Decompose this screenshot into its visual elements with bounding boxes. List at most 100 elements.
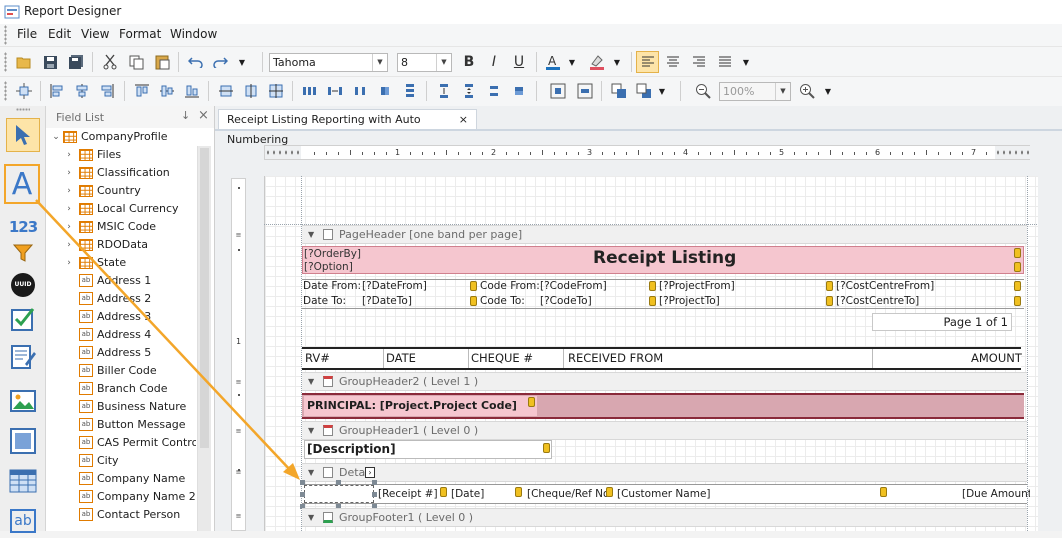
- cheque-ref-field[interactable]: [Cheque/Ref No]: [527, 487, 607, 501]
- code-to-field[interactable]: [?CodeTo]: [540, 294, 592, 308]
- smart-tag-icon[interactable]: [1014, 248, 1021, 258]
- document-tab[interactable]: Receipt Listing Reporting with Auto Numb…: [218, 109, 477, 146]
- save-all-icon[interactable]: [66, 52, 86, 72]
- expand-caret-icon[interactable]: ›: [65, 218, 73, 236]
- band-collapse-icon[interactable]: ≡: [234, 512, 243, 521]
- tree-item-field[interactable]: ab Address 1: [46, 272, 196, 290]
- background-color-dropdown-icon[interactable]: ▼: [611, 52, 623, 72]
- tree-item-field[interactable]: ab Biller Code: [46, 362, 196, 380]
- tree-item-field[interactable]: ab Button Message: [46, 416, 196, 434]
- v-spacing-remove-icon[interactable]: [509, 81, 529, 101]
- collapse-caret-icon[interactable]: ▼: [308, 226, 314, 243]
- menu-grip[interactable]: [4, 25, 7, 45]
- tree-item-field[interactable]: ab Company Name: [46, 470, 196, 488]
- open-icon[interactable]: [14, 52, 34, 72]
- center-vertically-icon[interactable]: [575, 81, 595, 101]
- smart-tag-icon[interactable]: [528, 397, 535, 407]
- send-to-back-icon[interactable]: [634, 81, 654, 101]
- tree-item-table[interactable]: › State: [46, 254, 196, 272]
- smart-tag-icon[interactable]: [1014, 296, 1021, 306]
- close-tab-icon[interactable]: ×: [459, 110, 468, 130]
- pointer-tool[interactable]: [6, 118, 40, 152]
- column-header-date[interactable]: DATE: [386, 351, 416, 365]
- selection-handle[interactable]: [336, 480, 341, 485]
- h-spacing-decrease-icon[interactable]: [350, 81, 370, 101]
- bold-icon[interactable]: B: [459, 52, 479, 72]
- h-spacing-remove-icon[interactable]: [375, 81, 395, 101]
- cost-centre-from-field[interactable]: [?CostCentreFrom]: [836, 279, 934, 293]
- customer-name-field[interactable]: [Customer Name]: [617, 487, 711, 501]
- menu-file[interactable]: File: [17, 27, 37, 41]
- align-centers-icon[interactable]: [72, 81, 92, 101]
- expand-caret-icon[interactable]: ›: [65, 164, 73, 182]
- align-middles-icon[interactable]: [157, 81, 177, 101]
- filter-tool[interactable]: [6, 236, 40, 270]
- v-spacing-equal-icon[interactable]: [400, 81, 420, 101]
- zoom-in-icon[interactable]: [797, 81, 817, 101]
- expand-caret-icon[interactable]: ›: [65, 146, 73, 164]
- redo-icon[interactable]: [210, 52, 230, 72]
- menu-format[interactable]: Format: [119, 27, 161, 41]
- richtext-tool[interactable]: [6, 340, 40, 374]
- date-to-label[interactable]: Date To:: [303, 294, 346, 308]
- smart-tag-icon[interactable]: [1014, 262, 1021, 272]
- tree-item-field[interactable]: ab Address 2: [46, 290, 196, 308]
- column-header-received-from[interactable]: RECEIVED FROM: [568, 351, 663, 365]
- copy-icon[interactable]: [126, 52, 146, 72]
- chevron-down-icon[interactable]: ▼: [372, 54, 387, 71]
- band-collapse-icon[interactable]: ≡: [234, 427, 243, 436]
- tree-item-field[interactable]: ab Branch Code: [46, 380, 196, 398]
- tree-item-table[interactable]: › Files: [46, 146, 196, 164]
- smart-tag-icon[interactable]: [649, 281, 656, 291]
- toolbar-grip[interactable]: [4, 81, 7, 101]
- date-from-label[interactable]: Date From:: [303, 279, 361, 293]
- band-page-header[interactable]: ▼ PageHeader [one band per page]: [302, 225, 1027, 244]
- underline-icon[interactable]: U: [509, 52, 529, 72]
- principal-field[interactable]: PRINCIPAL: [Project.Project Code]: [307, 399, 517, 413]
- band-group-header1[interactable]: ▼ GroupHeader1 ( Level 0 ): [302, 421, 1027, 440]
- receipt-number-field[interactable]: [Receipt #]: [378, 487, 438, 501]
- smart-tag-icon[interactable]: [1014, 281, 1021, 291]
- smart-tag-icon[interactable]: [470, 296, 477, 306]
- align-lefts-icon[interactable]: [47, 81, 67, 101]
- band-detail[interactable]: ▼ Detail: [302, 463, 1027, 482]
- toolbar-overflow-icon[interactable]: ▼: [740, 52, 752, 72]
- date-to-field[interactable]: [?DateTo]: [362, 294, 412, 308]
- tree-item-field[interactable]: ab Contact Person: [46, 506, 196, 524]
- panel-tool[interactable]: [6, 424, 40, 458]
- align-tops-icon[interactable]: [132, 81, 152, 101]
- expand-caret-icon[interactable]: ›: [65, 200, 73, 218]
- font-color-dropdown-icon[interactable]: ▼: [566, 52, 578, 72]
- selection-handle[interactable]: [300, 492, 305, 497]
- font-size-combo[interactable]: 8 ▼: [397, 53, 452, 72]
- smart-tag-icon[interactable]: [440, 487, 447, 497]
- smart-tag-icon[interactable]: [606, 487, 613, 497]
- label-tool[interactable]: A: [4, 164, 40, 204]
- field-list-scrollbar[interactable]: [197, 146, 211, 531]
- tree-item-table[interactable]: › RDOData: [46, 236, 196, 254]
- column-header-rv[interactable]: RV#: [305, 351, 330, 365]
- menu-window[interactable]: Window: [170, 27, 217, 41]
- v-spacing-decrease-icon[interactable]: [484, 81, 504, 101]
- selection-handle[interactable]: [300, 480, 305, 485]
- tree-item-table[interactable]: › Local Currency: [46, 200, 196, 218]
- smart-tag-button-icon[interactable]: ›: [365, 467, 375, 478]
- pin-icon[interactable]: ↓: [181, 109, 190, 122]
- zoom-out-icon[interactable]: [693, 81, 713, 101]
- smart-tag-icon[interactable]: [470, 281, 477, 291]
- italic-icon[interactable]: I: [484, 52, 504, 72]
- collapse-caret-icon[interactable]: ▼: [308, 464, 314, 481]
- cut-icon[interactable]: [100, 52, 120, 72]
- tree-item-field[interactable]: ab Address 5: [46, 344, 196, 362]
- menu-edit[interactable]: Edit: [48, 27, 71, 41]
- field-tool[interactable]: ab: [6, 504, 40, 538]
- align-center-icon[interactable]: [663, 52, 683, 72]
- background-color-icon[interactable]: [587, 52, 607, 72]
- same-width-icon[interactable]: [216, 81, 236, 101]
- project-to-field[interactable]: [?ProjectTo]: [659, 294, 720, 308]
- same-height-icon[interactable]: [241, 81, 261, 101]
- v-spacing-increase-icon[interactable]: [459, 81, 479, 101]
- collapse-caret-icon[interactable]: ⌄: [52, 128, 60, 146]
- collapse-caret-icon[interactable]: ▼: [308, 373, 314, 390]
- band-collapse-icon[interactable]: ≡: [234, 468, 243, 477]
